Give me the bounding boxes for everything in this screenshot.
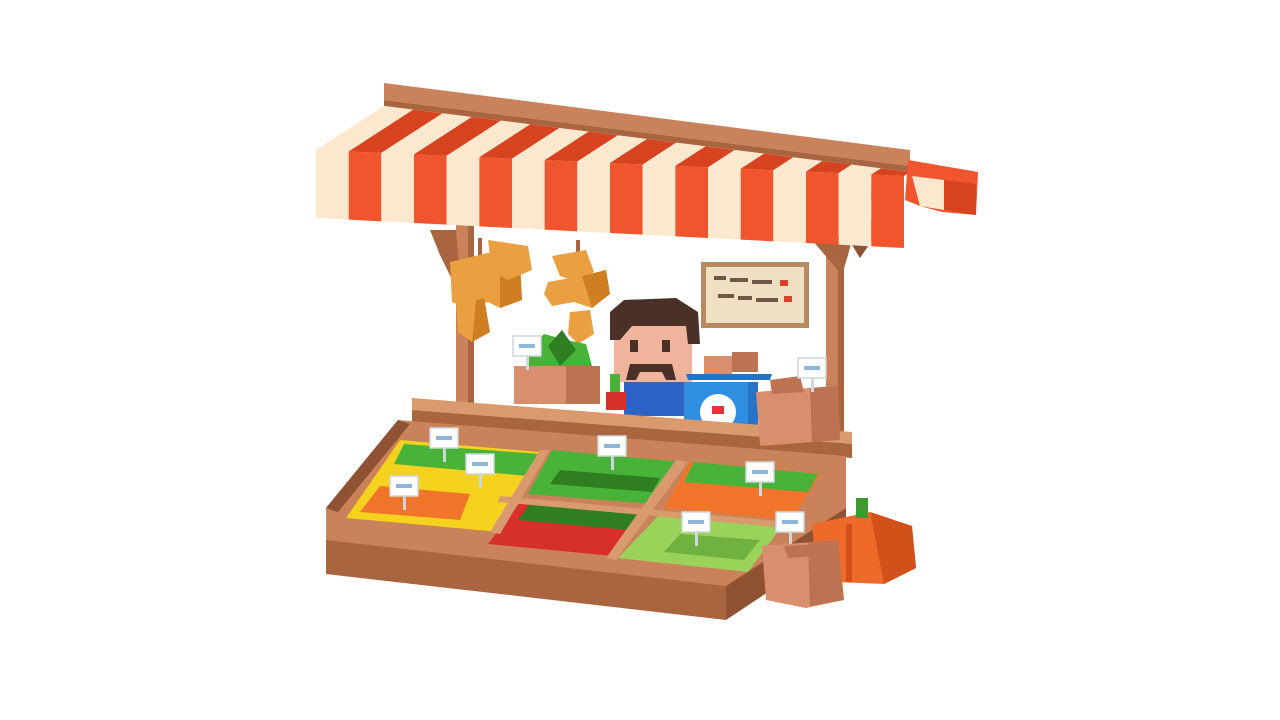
awning-stripe: [348, 151, 382, 222]
voxel-market-stall-scene: [0, 0, 1280, 720]
awning-stripe: [381, 152, 414, 223]
price-tag-mark: [472, 462, 488, 466]
awning-stripe: [544, 160, 578, 232]
price-tag-mark: [752, 470, 768, 474]
shopkeeper-eye-right: [662, 340, 670, 352]
clay-crate-ground: [762, 540, 844, 608]
price-tag-mark: [782, 520, 798, 524]
awning-stripe: [316, 150, 349, 220]
awning-stripe: [446, 155, 480, 227]
awning-stripe: [479, 157, 512, 228]
awning-stripe: [740, 168, 774, 242]
hanging-gourds-right: [544, 240, 610, 344]
price-tag-mark: [396, 484, 412, 488]
awning-stripe: [414, 154, 447, 225]
awning-stripe: [838, 173, 872, 247]
price-tag-mark: [688, 520, 704, 524]
shopkeeper-eye-left: [630, 340, 638, 352]
awning-stripe: [773, 170, 806, 243]
market-stall-illustration: [316, 83, 978, 620]
price-tag-mark: [604, 444, 620, 448]
scale-needle: [712, 406, 724, 414]
awning-stripe: [577, 161, 610, 233]
price-tag-mark: [804, 366, 820, 370]
awning-stripe: [806, 171, 839, 245]
awning-stripe: [675, 165, 708, 238]
awning-side-flap: [905, 160, 978, 215]
awning-stripe: [708, 167, 741, 240]
price-tag-mark: [436, 436, 452, 440]
awning-stripe: [642, 164, 676, 237]
price-signboard: [701, 262, 809, 328]
price-tag-mark: [519, 344, 535, 348]
awning-stripe: [871, 174, 904, 248]
awning-stripe: [512, 158, 545, 230]
awning-stripe: [610, 163, 643, 235]
